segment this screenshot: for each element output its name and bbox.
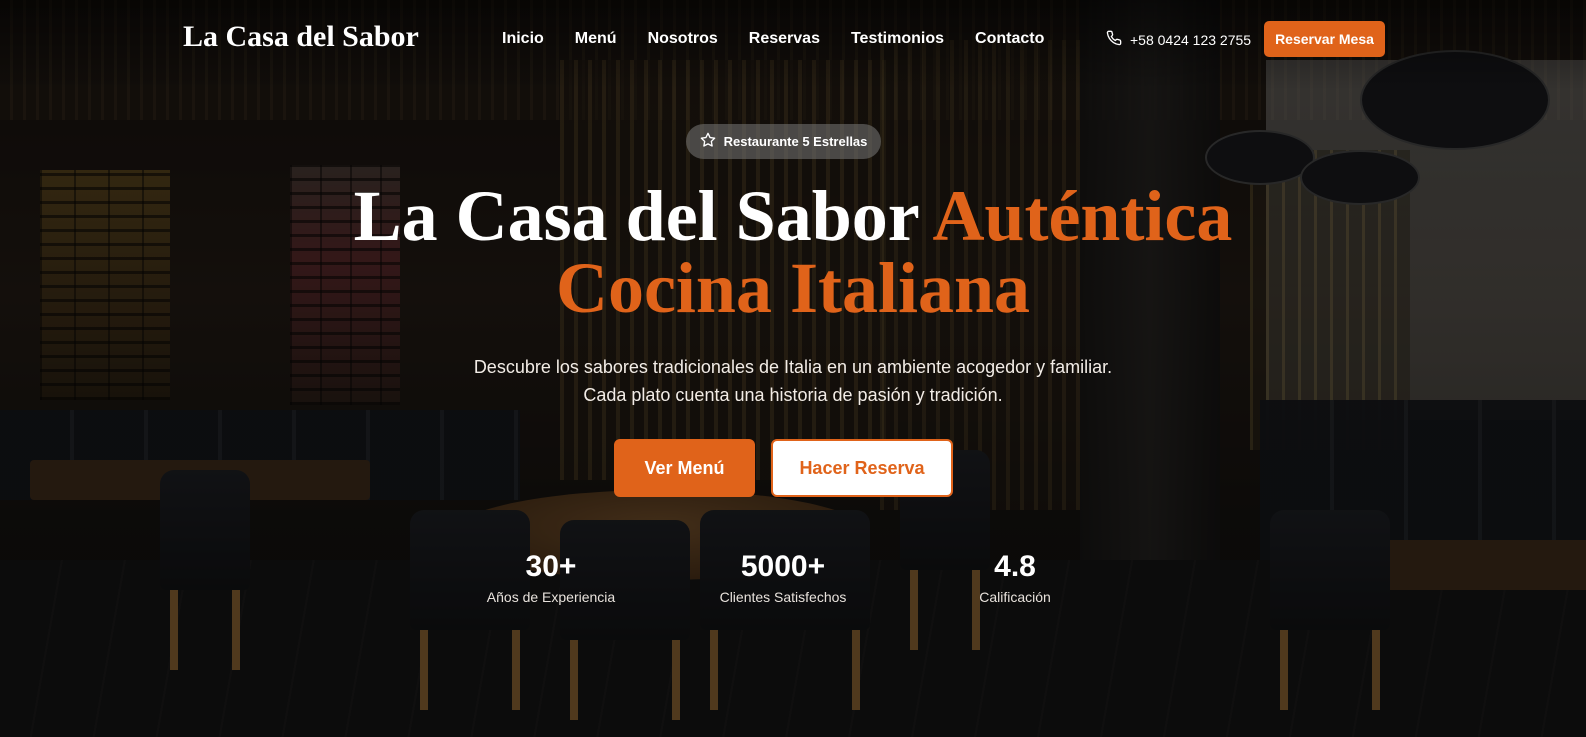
phone-link[interactable]: +58 0424 123 2755	[1106, 30, 1251, 49]
stat-label: Años de Experiencia	[486, 589, 616, 605]
nav-link-contacto[interactable]: Contacto	[975, 30, 1044, 48]
nav-link-nosotros[interactable]: Nosotros	[648, 30, 718, 48]
view-menu-button[interactable]: Ver Menú	[614, 439, 755, 497]
hero-title-accent: Auténtica	[932, 176, 1233, 256]
hero-title-line2: Cocina Italiana	[555, 248, 1031, 328]
stat-experience: 30+ Años de Experiencia	[451, 548, 651, 608]
hero-title: La Casa del Sabor Auténtica Cocina Itali…	[0, 180, 1586, 324]
navbar: La Casa del Sabor Inicio Menú Nosotros R…	[0, 0, 1586, 78]
stat-value: 5000+	[740, 550, 826, 583]
phone-number: +58 0424 123 2755	[1130, 31, 1252, 48]
make-reservation-button[interactable]: Hacer Reserva	[771, 439, 953, 497]
hero-description-line2: Cada plato cuenta una historia de pasión…	[583, 385, 1003, 405]
stat-value: 30+	[525, 550, 577, 583]
stat-value: 4.8	[994, 550, 1036, 583]
logo[interactable]: La Casa del Sabor	[183, 20, 419, 54]
nav-link-testimonios[interactable]: Testimonios	[851, 30, 944, 48]
nav-link-reservas[interactable]: Reservas	[749, 30, 820, 48]
stat-clients: 5000+ Clientes Satisfechos	[683, 548, 883, 608]
hero-section: La Casa del Sabor Inicio Menú Nosotros R…	[0, 0, 1586, 737]
nav-link-menu[interactable]: Menú	[575, 30, 617, 48]
hero-description-line1: Descubre los sabores tradicionales de It…	[473, 357, 1113, 377]
phone-icon	[1106, 30, 1122, 49]
stat-label: Calificación	[979, 589, 1051, 605]
stat-label: Clientes Satisfechos	[719, 589, 847, 605]
hero-title-main: La Casa del Sabor	[353, 176, 919, 256]
hero-description: Descubre los sabores tradicionales de It…	[0, 353, 1586, 409]
stat-rating: 4.8 Calificación	[915, 548, 1115, 608]
reserve-table-button[interactable]: Reservar Mesa	[1264, 21, 1385, 57]
rating-badge: Restaurante 5 Estrellas	[686, 124, 881, 159]
nav-link-inicio[interactable]: Inicio	[502, 30, 544, 48]
badge-label: Restaurante 5 Estrellas	[723, 134, 868, 149]
nav-links: Inicio Menú Nosotros Reservas Testimonio…	[502, 30, 1075, 48]
star-icon	[700, 132, 716, 151]
